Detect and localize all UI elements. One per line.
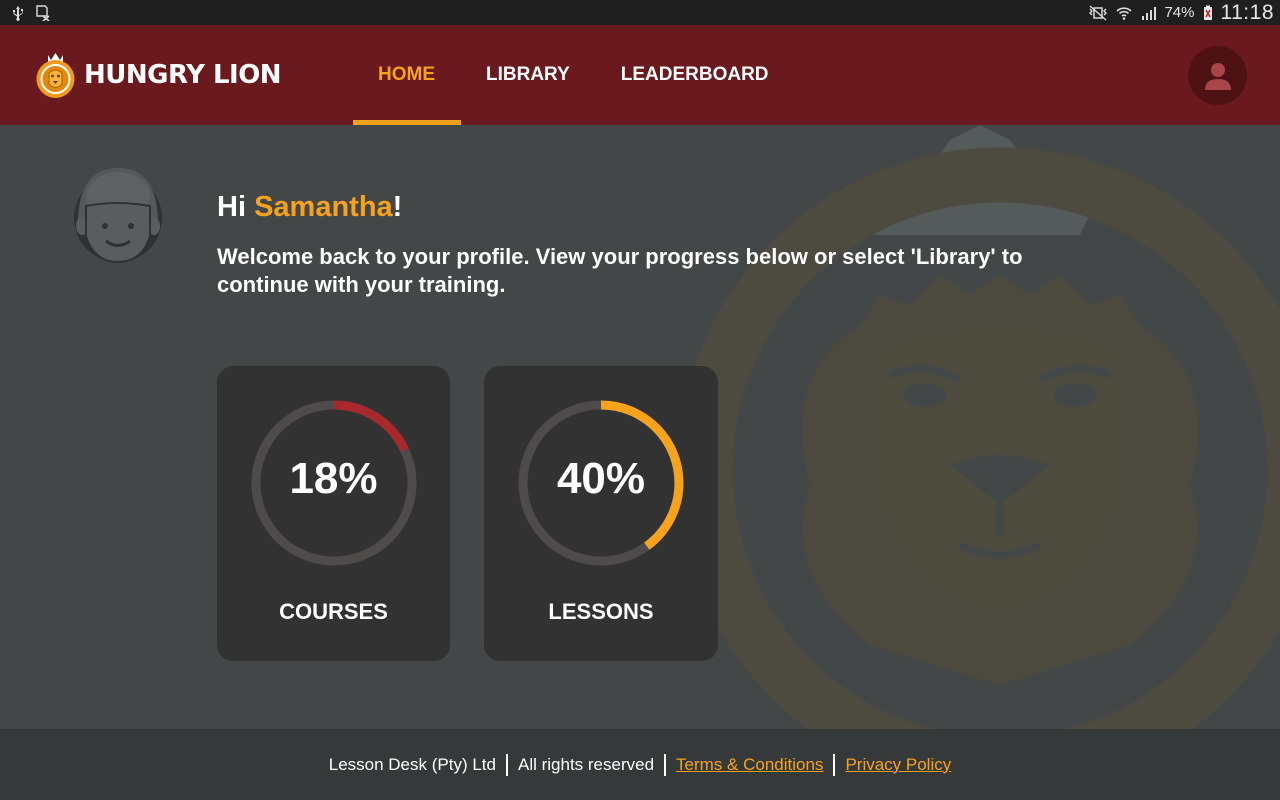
main-content: Hi Samantha! Welcome back to your profil… — [0, 125, 1280, 729]
terms-link[interactable]: Terms & Conditions — [676, 755, 823, 775]
brand-logo[interactable]: HUNGRY LION — [33, 51, 282, 99]
rights-text: All rights reserved — [517, 754, 655, 774]
footer-divider — [833, 753, 836, 776]
main-nav: HOME LIBRARY LEADERBOARD — [353, 25, 795, 125]
status-bar-left — [10, 4, 50, 21]
courses-label: COURSES — [279, 599, 388, 624]
nav-home[interactable]: HOME — [353, 25, 461, 125]
welcome-text: Welcome back to your profile. View your … — [217, 244, 1023, 297]
lessons-progress-card[interactable]: 40% LESSONS — [484, 366, 718, 661]
footer: Lesson Desk (Pty) Ltd All rights reserve… — [0, 729, 1280, 800]
status-bar: 74% 11:18 — [0, 0, 1280, 25]
lessons-label: LESSONS — [548, 599, 654, 624]
sd-card-off-icon — [36, 4, 50, 21]
lessons-percent: 40% — [556, 454, 646, 503]
lion-watermark-icon — [677, 125, 1280, 729]
clock: 11:18 — [1220, 0, 1274, 24]
app-header: HUNGRY LION HOME LIBRARY LEADERBOARD — [0, 25, 1280, 125]
user-name: Samantha — [254, 191, 393, 223]
courses-percent: 18% — [289, 454, 378, 503]
brand-name: HUNGRY LION — [84, 60, 282, 90]
nav-library[interactable]: LIBRARY — [461, 25, 596, 125]
nav-leaderboard[interactable]: LEADERBOARD — [596, 25, 795, 125]
lion-logo-icon — [36, 53, 75, 98]
profile-button[interactable] — [1188, 46, 1247, 105]
avatar-face-icon — [74, 168, 162, 264]
company-name: Lesson Desk (Pty) Ltd — [328, 754, 496, 774]
greeting-heading: Hi Samantha! — [217, 191, 402, 224]
privacy-link[interactable]: Privacy Policy — [845, 755, 951, 775]
user-avatar[interactable] — [72, 166, 164, 273]
wifi-icon — [1116, 6, 1133, 20]
battery-icon — [1203, 5, 1212, 20]
status-bar-right: 74% 11:18 — [1088, 1, 1274, 25]
footer-divider — [664, 753, 667, 776]
footer-divider — [505, 753, 508, 776]
user-icon — [1204, 62, 1231, 90]
greeting-prefix: Hi — [217, 191, 255, 223]
courses-progress-card[interactable]: 18% COURSES — [217, 366, 450, 661]
battery-percent: 74% — [1164, 4, 1195, 21]
signal-icon — [1142, 6, 1157, 20]
vibrate-mute-icon — [1089, 4, 1108, 21]
greeting-suffix: ! — [392, 191, 403, 223]
usb-icon — [13, 5, 23, 21]
